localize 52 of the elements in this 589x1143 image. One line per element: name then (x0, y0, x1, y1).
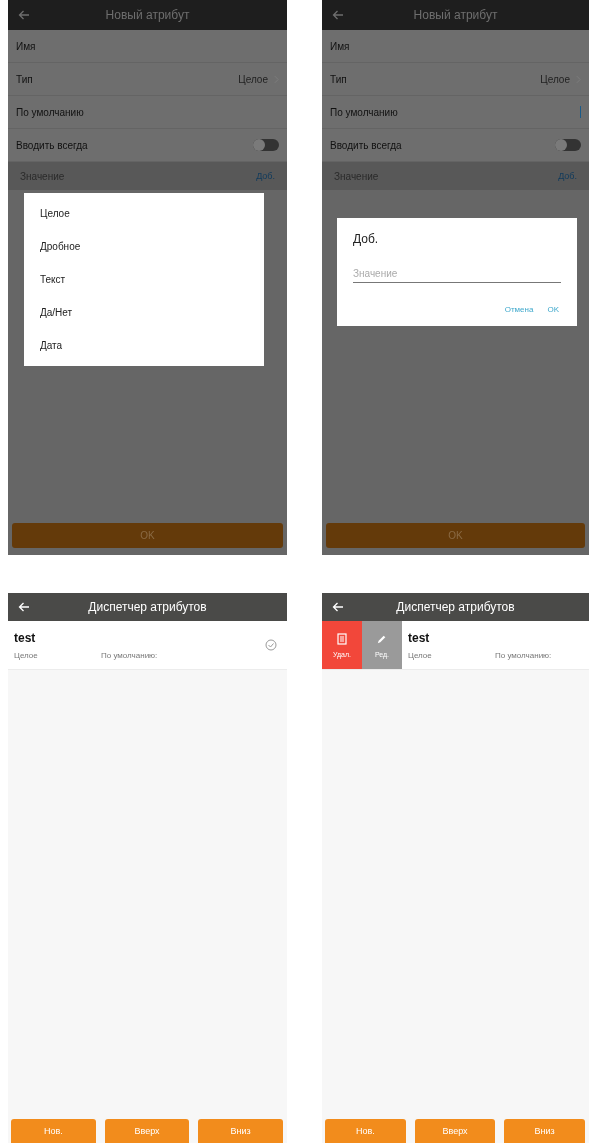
action-button[interactable]: Вниз (504, 1119, 585, 1143)
check-circle-icon[interactable] (265, 639, 277, 651)
list-row[interactable]: test Целое По умолчанию: (8, 621, 287, 670)
menu-item[interactable]: Да/Нет (24, 296, 264, 329)
toggle-switch[interactable] (253, 139, 279, 151)
screen-title: Диспетчер атрибутов (396, 600, 515, 614)
ok-button[interactable]: OK (326, 523, 585, 548)
input-row[interactable]: Имя (322, 30, 589, 63)
toggle-row[interactable]: Вводить всегда (8, 129, 287, 162)
menu-item[interactable]: Текст (24, 263, 264, 296)
default-label: По умолчанию: (495, 650, 552, 660)
action-button[interactable]: Вверх (414, 1119, 496, 1143)
ok-button[interactable]: OK (12, 523, 283, 548)
field-label: Имя (16, 40, 37, 52)
dialog-button[interactable]: Отмена (502, 305, 536, 314)
action-button[interactable]: Вверх (104, 1119, 190, 1143)
field-label: Тип (330, 73, 348, 85)
input-field[interactable]: Значение (353, 268, 561, 283)
select-row[interactable]: Тип Целое (322, 63, 589, 96)
back-arrow-icon[interactable] (332, 10, 344, 20)
input-row[interactable]: По умолчанию (8, 96, 287, 129)
menu-item[interactable]: Целое (24, 197, 264, 230)
default-label: По умолчанию: (101, 650, 158, 660)
field-label: Имя (330, 40, 351, 52)
screen-title: Диспетчер атрибутов (88, 600, 207, 614)
select-row[interactable]: Тип Целое (8, 63, 287, 96)
screen-title: Новый атрибут (413, 8, 498, 22)
field-label: По умолчанию (16, 106, 85, 118)
menu-item[interactable]: Дробное (24, 230, 264, 263)
input-row[interactable]: Имя (8, 30, 287, 63)
input-row[interactable]: По умолчанию (322, 96, 589, 129)
back-arrow-icon[interactable] (18, 10, 30, 20)
attribute-name: test (408, 630, 431, 645)
action-button[interactable]: Нов. (11, 1119, 96, 1143)
field-value: Целое (238, 73, 268, 85)
dialog-title: Доб. (353, 232, 380, 246)
toggle-row[interactable]: Вводить всегда (322, 129, 589, 162)
toggle-switch[interactable] (555, 139, 581, 151)
attribute-type: Целое (14, 650, 39, 660)
dialog-button[interactable]: OK (545, 305, 561, 314)
screen-title: Новый атрибут (105, 8, 190, 22)
field-label: Тип (16, 73, 34, 85)
menu-item[interactable]: Дата (24, 329, 264, 362)
field-value: Целое (540, 73, 570, 85)
attribute-type: Целое (408, 650, 433, 660)
attribute-name: test (14, 630, 37, 645)
action-button[interactable]: Вниз (198, 1119, 283, 1143)
field-label: Вводить всегда (16, 139, 89, 151)
field-label: По умолчанию (330, 106, 399, 118)
field-label: Вводить всегда (330, 139, 403, 151)
trash-icon (337, 632, 347, 645)
action-button[interactable]: Нов. (325, 1119, 406, 1143)
